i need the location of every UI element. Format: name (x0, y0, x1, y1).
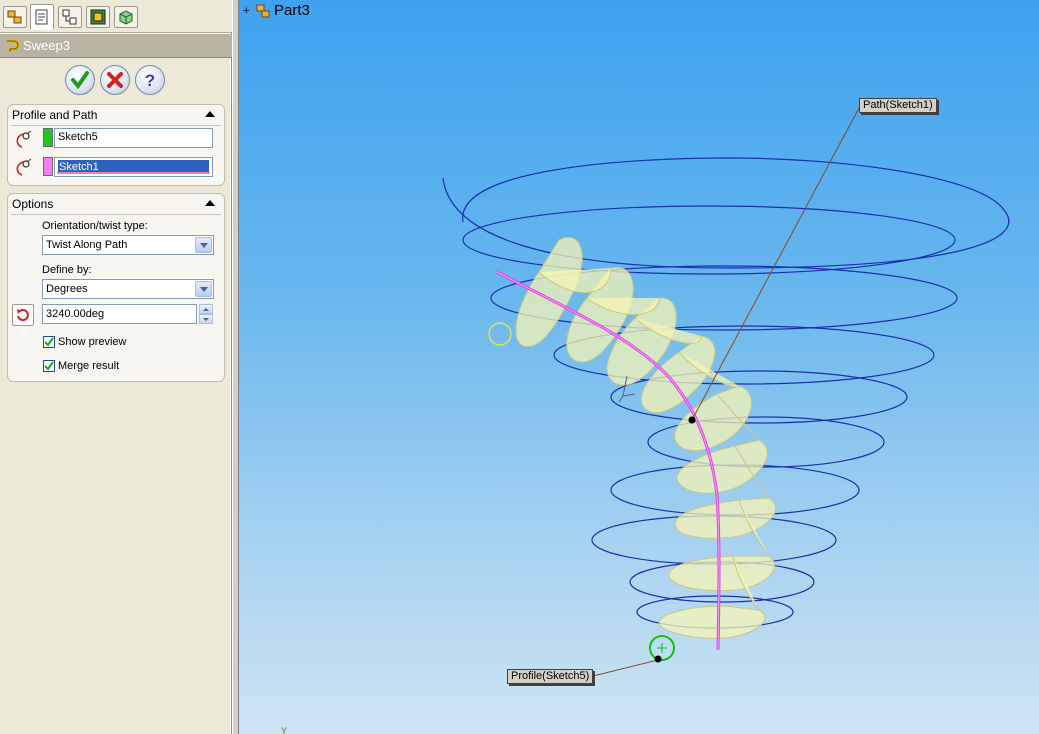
define-by-dropdown[interactable]: Degrees (42, 279, 214, 299)
graphics-area[interactable]: Y + Part3 Path(Sketch1) Profile(Sketch5) (239, 0, 1039, 734)
path-selection-box[interactable]: Sketch1 (54, 157, 213, 177)
checkmark-icon (44, 361, 54, 371)
tree-expand-button[interactable]: + (243, 5, 255, 17)
group-title: Profile and Path (12, 108, 98, 122)
twist-angle-value: 3240.00deg (46, 308, 105, 320)
chevron-down-icon[interactable] (195, 281, 212, 297)
path-callout[interactable]: Path(Sketch1) (859, 98, 937, 113)
path-selection-icon (16, 158, 32, 176)
merge-result-label[interactable]: Merge result (58, 360, 119, 372)
spin-down-button[interactable] (199, 314, 213, 324)
options-group: Options Orientation/twist type: Twist Al… (7, 193, 225, 382)
tab-featuremanager[interactable] (3, 6, 27, 28)
chevron-down-icon[interactable] (195, 237, 212, 253)
profile-callout[interactable]: Profile(Sketch5) (507, 669, 594, 684)
profile-selection-value: Sketch5 (58, 131, 98, 143)
part-name: Part3 (274, 2, 310, 19)
twist-angle-spinner[interactable] (199, 304, 213, 324)
spin-up-button[interactable] (199, 304, 213, 314)
orientation-twist-label: Orientation/twist type: (42, 220, 148, 232)
profile-preview-circle (488, 322, 512, 346)
tab-propertymanager[interactable] (30, 4, 54, 30)
property-manager-panel: Sweep3 ? Profile and Path Sketch5 Sketch… (0, 0, 232, 734)
propertymanager-icon (35, 9, 48, 25)
svg-text:?: ? (145, 71, 155, 90)
y-axis-indicator: Y (281, 726, 287, 734)
reverse-direction-icon (17, 309, 29, 322)
help-question-icon: ? (145, 71, 155, 90)
propertymanager-title-bar: Sweep3 (0, 34, 232, 58)
cancel-button[interactable] (100, 65, 130, 95)
profile-callout-anchor (654, 655, 662, 663)
configurationmanager-icon (62, 9, 77, 25)
featuretree-root[interactable]: + Part3 (243, 2, 310, 19)
profile-and-path-group: Profile and Path Sketch5 Sketch1 (7, 104, 225, 186)
reverse-direction-button[interactable] (12, 304, 34, 326)
define-by-value: Degrees (46, 283, 88, 295)
manager-tab-bar (0, 0, 232, 33)
path-callout-anchor (688, 416, 696, 424)
group-title: Options (12, 197, 54, 211)
profile-color-swatch (43, 128, 53, 147)
ok-button[interactable] (65, 65, 95, 95)
profile-selection-icon (16, 130, 32, 148)
feature-title: Sweep3 (23, 38, 70, 53)
checkmark-icon (71, 71, 89, 90)
close-icon (107, 72, 123, 88)
show-preview-checkbox[interactable] (43, 336, 55, 348)
profile-selection-box[interactable]: Sketch5 (54, 128, 213, 148)
tab-configurationmanager[interactable] (58, 6, 82, 28)
tab-dimxpert-manager[interactable] (86, 6, 110, 28)
help-button[interactable]: ? (135, 65, 165, 95)
collapse-group-button[interactable] (205, 200, 215, 206)
path-callout-leader (691, 107, 860, 421)
path-color-swatch (43, 157, 53, 176)
tab-display-manager[interactable] (114, 6, 138, 28)
define-by-label: Define by: (42, 264, 92, 276)
group-divider (11, 214, 221, 215)
dimxpert-manager-icon (90, 9, 106, 25)
twist-angle-input[interactable]: 3240.00deg (42, 304, 197, 324)
sweep-feature-icon (7, 39, 20, 52)
group-divider (11, 125, 221, 126)
show-preview-label[interactable]: Show preview (58, 336, 126, 348)
checkmark-icon (44, 337, 54, 347)
panel-splitter[interactable] (232, 0, 239, 734)
part-icon (256, 4, 270, 17)
orientation-twist-value: Twist Along Path (46, 239, 128, 251)
featuremanager-tree-icon (7, 10, 22, 24)
sweep-preview-body (515, 237, 776, 639)
merge-result-checkbox[interactable] (43, 360, 55, 372)
orientation-twist-dropdown[interactable]: Twist Along Path (42, 235, 214, 255)
display-manager-icon (119, 10, 133, 25)
profile-callout-leader (592, 659, 659, 677)
active-selection-underline (57, 172, 210, 174)
propertymanager-body: ? Profile and Path Sketch5 Sketch1 Optio… (0, 58, 230, 734)
collapse-group-button[interactable] (205, 111, 215, 117)
